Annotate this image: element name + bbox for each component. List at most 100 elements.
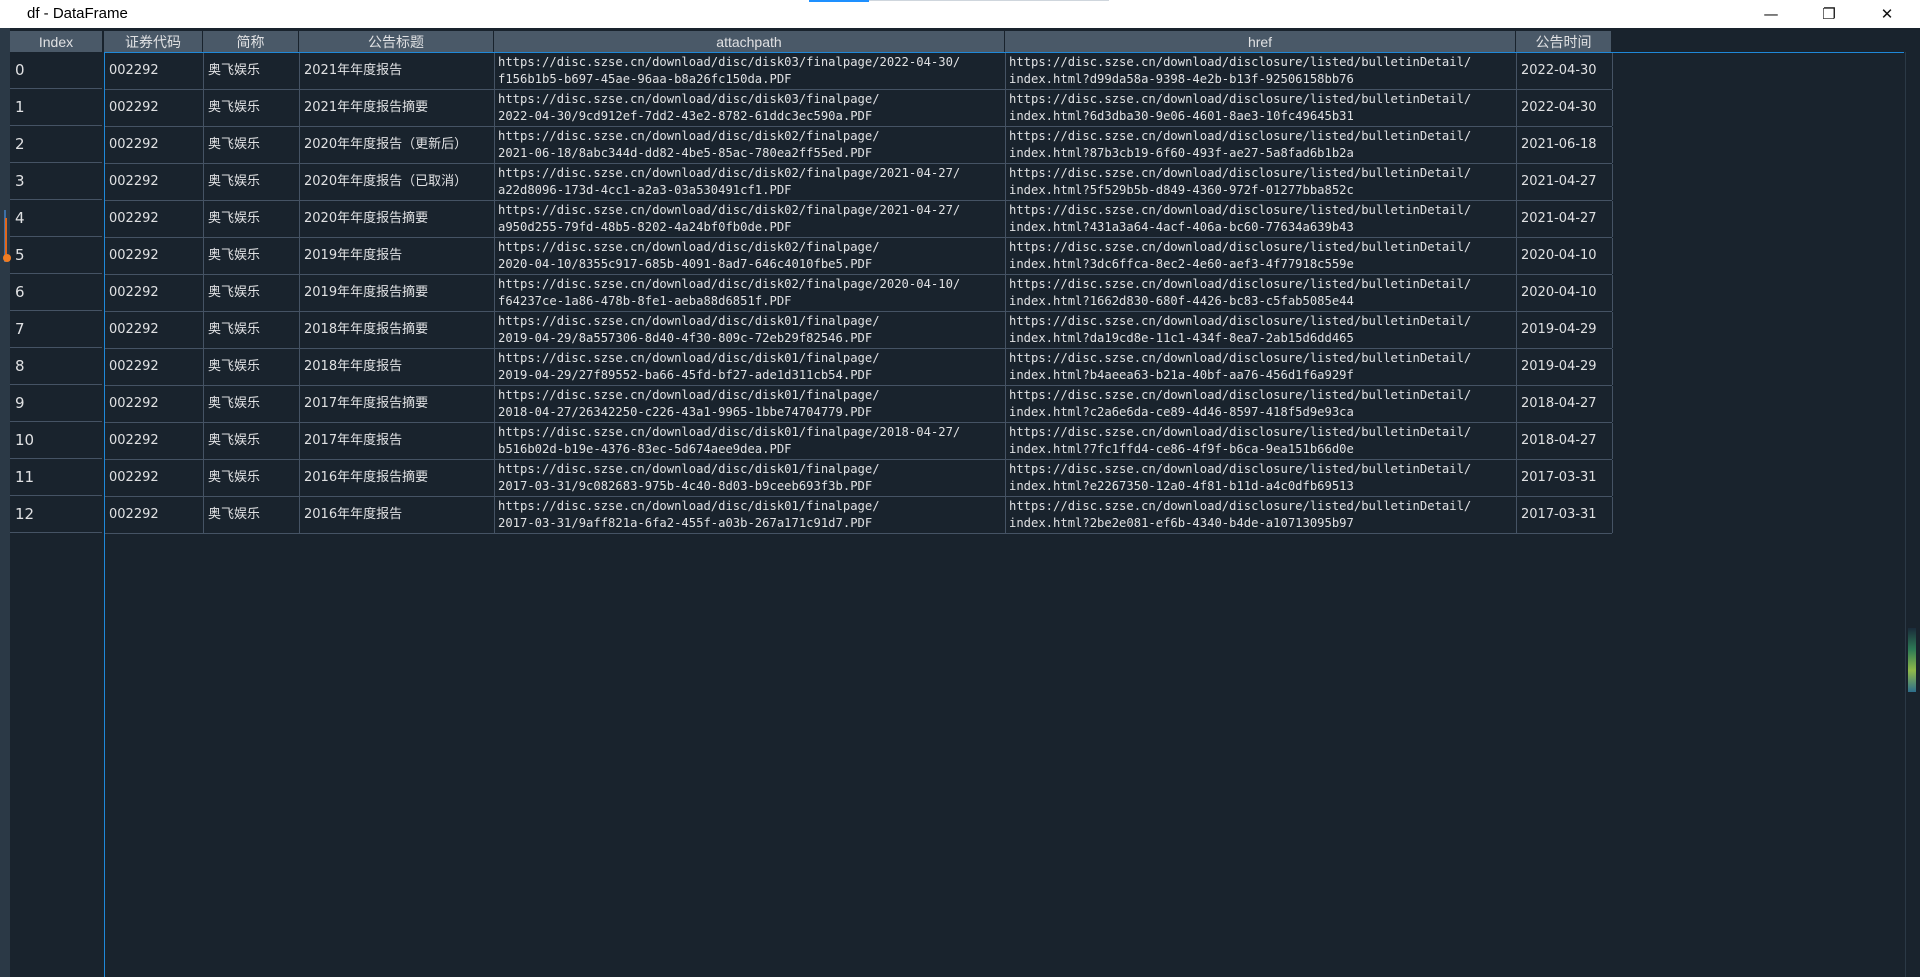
cell-attach[interactable]: https://disc.szse.cn/download/disc/disk0… [495, 238, 1006, 274]
table-row[interactable]: 002292 奥飞娱乐 2017年年度报告摘要 https://disc.szse.c… [105, 386, 1613, 423]
cell-title[interactable]: 2019年年度报告摘要 [300, 275, 495, 311]
cell-title[interactable]: 2020年年度报告（更新后） [300, 127, 495, 163]
cell-short[interactable]: 奥飞娱乐 [204, 275, 300, 311]
row-index[interactable]: 1 [10, 89, 102, 126]
cell-attach[interactable]: https://disc.szse.cn/download/disc/disk0… [495, 349, 1006, 385]
cell-title[interactable]: 2016年年度报告 [300, 497, 495, 533]
row-index[interactable]: 9 [10, 385, 102, 422]
header-code[interactable]: 证券代码 [104, 31, 203, 52]
cell-short[interactable]: 奥飞娱乐 [204, 201, 300, 237]
cell-time[interactable]: 2017-03-31 [1517, 497, 1613, 533]
cell-href[interactable]: https://disc.szse.cn/download/disclosure… [1006, 497, 1517, 533]
row-index[interactable]: 11 [10, 459, 102, 496]
header-index[interactable]: Index [10, 31, 103, 52]
row-index[interactable]: 5 [10, 237, 102, 274]
maximize-button[interactable]: ❐ [1800, 0, 1858, 28]
cell-code[interactable]: 002292 [105, 386, 204, 422]
cell-title[interactable]: 2018年年度报告 [300, 349, 495, 385]
cell-short[interactable]: 奥飞娱乐 [204, 312, 300, 348]
cell-attach[interactable]: https://disc.szse.cn/download/disc/disk0… [495, 275, 1006, 311]
cell-time[interactable]: 2018-04-27 [1517, 386, 1613, 422]
table-row[interactable]: 002292 奥飞娱乐 2018年年度报告摘要 https://disc.szse.c… [105, 312, 1613, 349]
cell-title[interactable]: 2021年年度报告摘要 [300, 90, 495, 126]
header-attachpath[interactable]: attachpath [494, 31, 1005, 52]
vertical-scrollbar[interactable] [1905, 52, 1920, 977]
table-row[interactable]: 002292 奥飞娱乐 2017年年度报告 https://disc.szse.cn/… [105, 423, 1613, 460]
table-row[interactable]: 002292 奥飞娱乐 2021年年度报告摘要 https://disc.szse.c… [105, 90, 1613, 127]
table-row[interactable]: 002292 奥飞娱乐 2020年年度报告（已取消） https://disc.szs… [105, 164, 1613, 201]
row-index[interactable]: 6 [10, 274, 102, 311]
cell-title[interactable]: 2021年年度报告 [300, 53, 495, 89]
cell-attach[interactable]: https://disc.szse.cn/download/disc/disk0… [495, 201, 1006, 237]
cell-short[interactable]: 奥飞娱乐 [204, 423, 300, 459]
cell-code[interactable]: 002292 [105, 201, 204, 237]
table-row[interactable]: 002292 奥飞娱乐 2021年年度报告 https://disc.szse.cn/… [105, 53, 1613, 90]
row-index[interactable]: 12 [10, 496, 102, 533]
cell-title[interactable]: 2019年年度报告 [300, 238, 495, 274]
row-index[interactable]: 2 [10, 126, 102, 163]
cell-attach[interactable]: https://disc.szse.cn/download/disc/disk0… [495, 423, 1006, 459]
cell-short[interactable]: 奥飞娱乐 [204, 164, 300, 200]
cell-code[interactable]: 002292 [105, 423, 204, 459]
cell-short[interactable]: 奥飞娱乐 [204, 53, 300, 89]
cell-time[interactable]: 2020-04-10 [1517, 275, 1613, 311]
cell-code[interactable]: 002292 [105, 275, 204, 311]
cell-short[interactable]: 奥飞娱乐 [204, 90, 300, 126]
header-short[interactable]: 简称 [203, 31, 299, 52]
cell-href[interactable]: https://disc.szse.cn/download/disclosure… [1006, 164, 1517, 200]
cell-short[interactable]: 奥飞娱乐 [204, 497, 300, 533]
cell-time[interactable]: 2021-06-18 [1517, 127, 1613, 163]
cell-title[interactable]: 2020年年度报告（已取消） [300, 164, 495, 200]
cell-href[interactable]: https://disc.szse.cn/download/disclosure… [1006, 275, 1517, 311]
cell-href[interactable]: https://disc.szse.cn/download/disclosure… [1006, 201, 1517, 237]
cell-attach[interactable]: https://disc.szse.cn/download/disc/disk0… [495, 127, 1006, 163]
cell-code[interactable]: 002292 [105, 460, 204, 496]
header-time[interactable]: 公告时间 [1516, 31, 1612, 52]
row-index[interactable]: 7 [10, 311, 102, 348]
cell-short[interactable]: 奥飞娱乐 [204, 349, 300, 385]
cell-title[interactable]: 2017年年度报告摘要 [300, 386, 495, 422]
cell-href[interactable]: https://disc.szse.cn/download/disclosure… [1006, 90, 1517, 126]
table-row[interactable]: 002292 奥飞娱乐 2020年年度报告（更新后） https://disc.szs… [105, 127, 1613, 164]
cell-time[interactable]: 2021-04-27 [1517, 201, 1613, 237]
cell-time[interactable]: 2017-03-31 [1517, 460, 1613, 496]
cell-code[interactable]: 002292 [105, 90, 204, 126]
cell-title[interactable]: 2016年年度报告摘要 [300, 460, 495, 496]
cell-time[interactable]: 2019-04-29 [1517, 349, 1613, 385]
cell-href[interactable]: https://disc.szse.cn/download/disclosure… [1006, 238, 1517, 274]
row-index[interactable]: 4 [10, 200, 102, 237]
cell-attach[interactable]: https://disc.szse.cn/download/disc/disk0… [495, 460, 1006, 496]
row-index[interactable]: 8 [10, 348, 102, 385]
cell-short[interactable]: 奥飞娱乐 [204, 460, 300, 496]
cell-time[interactable]: 2019-04-29 [1517, 312, 1613, 348]
minimize-button[interactable]: — [1742, 0, 1800, 28]
table-row[interactable]: 002292 奥飞娱乐 2019年年度报告 https://disc.szse.cn/… [105, 238, 1613, 275]
cell-href[interactable]: https://disc.szse.cn/download/disclosure… [1006, 312, 1517, 348]
cell-attach[interactable]: https://disc.szse.cn/download/disc/disk0… [495, 312, 1006, 348]
table-row[interactable]: 002292 奥飞娱乐 2019年年度报告摘要 https://disc.szse.c… [105, 275, 1613, 312]
cell-time[interactable]: 2022-04-30 [1517, 90, 1613, 126]
cell-attach[interactable]: https://disc.szse.cn/download/disc/disk0… [495, 386, 1006, 422]
cell-code[interactable]: 002292 [105, 312, 204, 348]
cell-href[interactable]: https://disc.szse.cn/download/disclosure… [1006, 423, 1517, 459]
table-row[interactable]: 002292 奥飞娱乐 2018年年度报告 https://disc.szse.cn/… [105, 349, 1613, 386]
cell-code[interactable]: 002292 [105, 127, 204, 163]
cell-attach[interactable]: https://disc.szse.cn/download/disc/disk0… [495, 164, 1006, 200]
cell-code[interactable]: 002292 [105, 497, 204, 533]
cell-time[interactable]: 2018-04-27 [1517, 423, 1613, 459]
cell-code[interactable]: 002292 [105, 349, 204, 385]
cell-attach[interactable]: https://disc.szse.cn/download/disc/disk0… [495, 53, 1006, 89]
cell-href[interactable]: https://disc.szse.cn/download/disclosure… [1006, 386, 1517, 422]
table-row[interactable]: 002292 奥飞娱乐 2016年年度报告摘要 https://disc.szse.c… [105, 460, 1613, 497]
cell-href[interactable]: https://disc.szse.cn/download/disclosure… [1006, 349, 1517, 385]
cell-short[interactable]: 奥飞娱乐 [204, 386, 300, 422]
header-title[interactable]: 公告标题 [299, 31, 494, 52]
cell-href[interactable]: https://disc.szse.cn/download/disclosure… [1006, 53, 1517, 89]
cell-attach[interactable]: https://disc.szse.cn/download/disc/disk0… [495, 497, 1006, 533]
row-index[interactable]: 3 [10, 163, 102, 200]
row-index[interactable]: 10 [10, 422, 102, 459]
cell-title[interactable]: 2020年年度报告摘要 [300, 201, 495, 237]
cell-title[interactable]: 2017年年度报告 [300, 423, 495, 459]
cell-time[interactable]: 2021-04-27 [1517, 164, 1613, 200]
cell-href[interactable]: https://disc.szse.cn/download/disclosure… [1006, 127, 1517, 163]
